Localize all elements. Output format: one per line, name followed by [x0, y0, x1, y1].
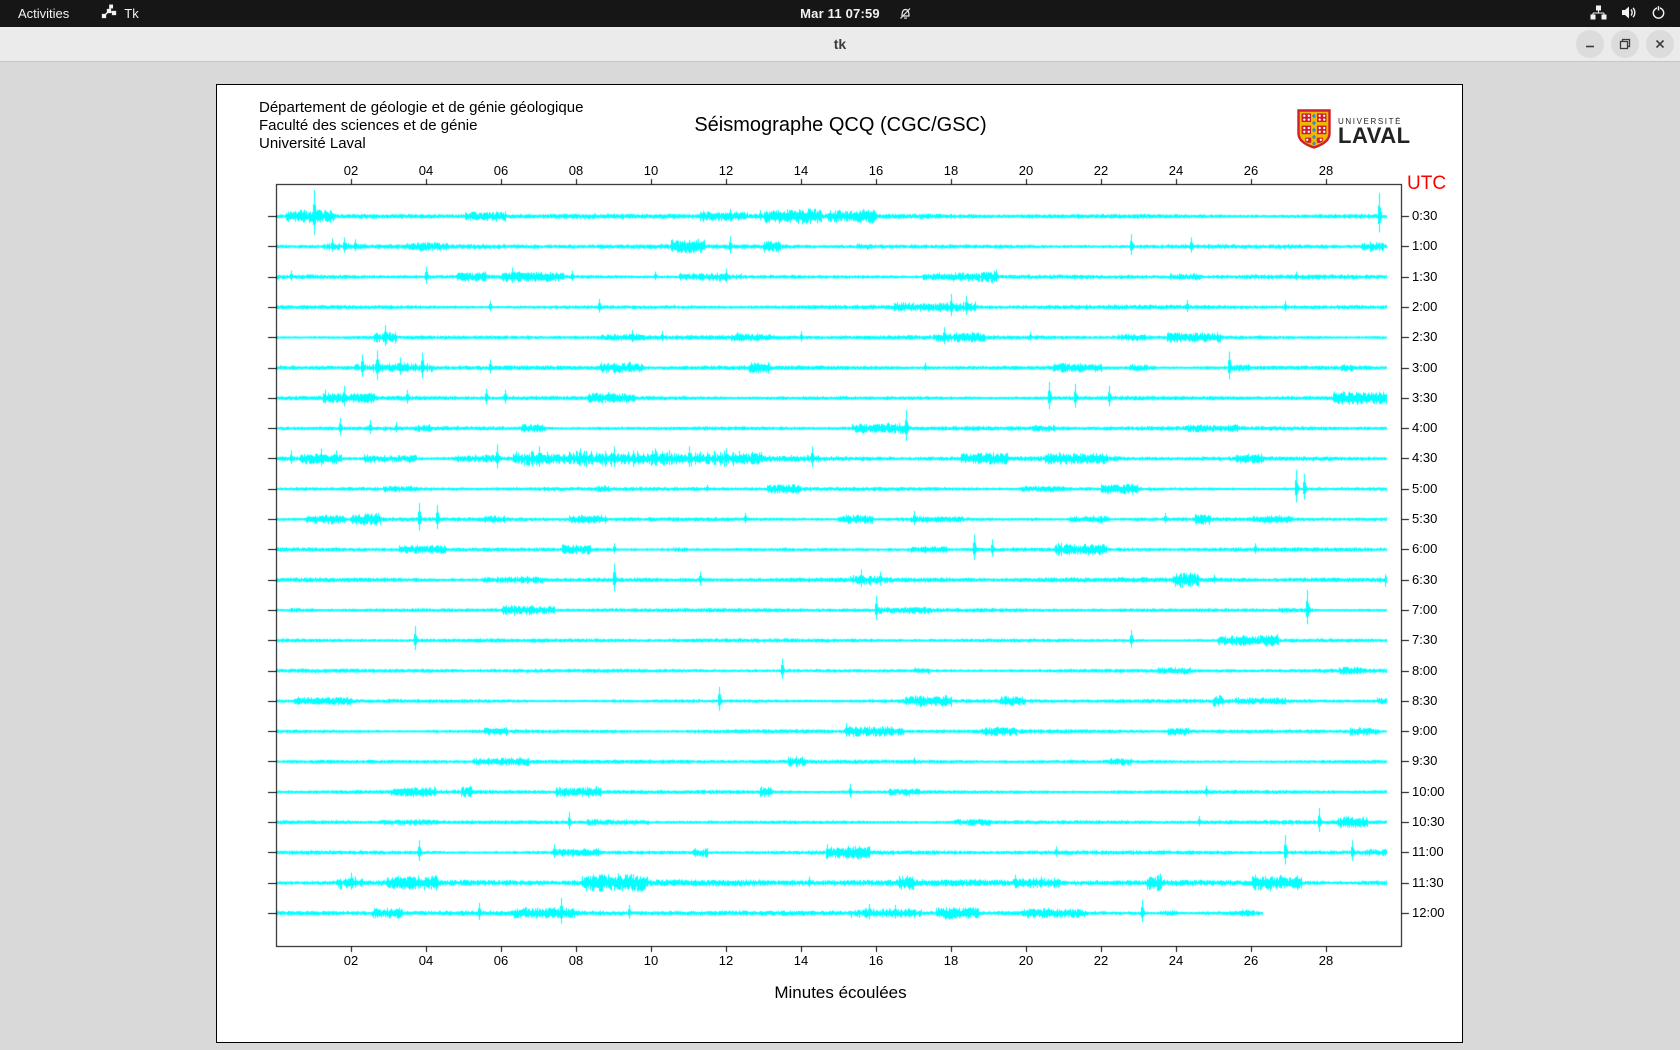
notifications-disabled-icon [898, 6, 913, 24]
figure-title: Séismographe QCQ (CGC/GSC) [694, 114, 987, 136]
x-tick-label-top: 16 [868, 163, 884, 178]
power-icon[interactable] [1651, 5, 1666, 23]
utc-time-label: 6:00 [1412, 541, 1438, 557]
x-tick-label-bottom: 26 [1243, 953, 1259, 968]
utc-time-label: 10:30 [1412, 814, 1445, 829]
restore-icon [1619, 38, 1631, 50]
x-tick-label-bottom: 16 [868, 953, 884, 968]
utc-time-label: 7:30 [1412, 632, 1438, 648]
utc-time-label: 4:30 [1412, 450, 1438, 466]
activities-button[interactable]: Activities [0, 0, 87, 27]
x-tick-label-top: 28 [1318, 163, 1334, 178]
x-axis-label: Minutes écoulées [774, 983, 907, 1002]
logo-line-laval: LAVAL [1338, 123, 1411, 148]
utc-time-label: 8:00 [1412, 662, 1438, 678]
x-tick-label-bottom: 18 [943, 953, 959, 968]
focused-app-name: Tk [124, 6, 139, 21]
close-button[interactable] [1646, 30, 1674, 58]
x-tick-label-top: 22 [1093, 163, 1109, 178]
utc-time-label: 2:30 [1412, 329, 1438, 345]
x-tick-label-top: 08 [568, 163, 584, 178]
x-tick-label-top: 26 [1243, 163, 1259, 178]
universite-laval-logo: UNIVERSITÉ LAVAL [1297, 109, 1411, 154]
utc-time-label: 9:00 [1412, 723, 1438, 739]
tk-window-body: Département de géologie et de génie géol… [0, 62, 1680, 1050]
x-tick-label-top: 24 [1168, 163, 1184, 178]
tk-app-icon [101, 4, 117, 23]
utc-time-label: 4:00 [1412, 420, 1438, 436]
close-icon [1655, 39, 1665, 49]
x-tick-label-top: 14 [793, 163, 809, 178]
utc-time-label: 1:00 [1412, 238, 1438, 254]
gnome-top-bar: Activities Tk Mar 11 07:59 [0, 0, 1680, 27]
x-tick-label-top: 04 [418, 163, 434, 178]
x-tick-label-top: 12 [718, 163, 734, 178]
minimize-button[interactable] [1576, 30, 1604, 58]
network-wired-icon[interactable] [1590, 5, 1607, 23]
x-tick-label-bottom: 06 [493, 953, 509, 968]
restore-button[interactable] [1611, 30, 1639, 58]
window-title-bar[interactable]: tk [0, 27, 1680, 62]
focused-app-indicator[interactable]: Tk [101, 4, 139, 23]
x-tick-label-top: 18 [943, 163, 959, 178]
x-tick-label-bottom: 12 [718, 953, 734, 968]
utc-time-label: 2:00 [1412, 298, 1438, 314]
laval-shield-icon [1297, 109, 1331, 154]
utc-time-label: 11:00 [1412, 844, 1444, 860]
x-tick-label-bottom: 14 [793, 953, 809, 968]
x-tick-label-top: 06 [493, 163, 509, 178]
utc-axis-label: UTC [1407, 173, 1447, 194]
utc-time-label: 1:30 [1412, 268, 1438, 284]
utc-time-label: 8:30 [1412, 692, 1438, 708]
utc-time-label: 9:30 [1412, 753, 1438, 769]
seismogram-canvas [217, 85, 1464, 1044]
x-tick-label-top: 10 [643, 163, 659, 178]
utc-time-label: 3:00 [1412, 359, 1438, 375]
x-tick-label-bottom: 20 [1018, 953, 1034, 968]
header-line-3: Université Laval [259, 135, 366, 152]
x-tick-label-top: 20 [1018, 163, 1034, 178]
seismograph-figure: Département de géologie et de génie géol… [216, 84, 1464, 1044]
volume-icon[interactable] [1621, 5, 1637, 23]
x-tick-label-bottom: 08 [568, 953, 584, 968]
x-tick-label-bottom: 28 [1318, 953, 1334, 968]
x-tick-label-bottom: 02 [343, 953, 359, 968]
x-tick-label-bottom: 10 [643, 953, 659, 968]
utc-time-label: 5:00 [1412, 480, 1438, 496]
utc-time-label: 7:00 [1412, 601, 1438, 617]
utc-time-label: 11:30 [1412, 874, 1444, 890]
x-tick-label-top: 02 [343, 163, 359, 178]
x-tick-label-bottom: 24 [1168, 953, 1184, 968]
window-title: tk [833, 36, 847, 52]
utc-time-label: 3:30 [1412, 389, 1438, 405]
utc-time-label: 5:30 [1412, 511, 1438, 526]
x-tick-label-bottom: 22 [1093, 953, 1109, 968]
x-tick-label-bottom: 04 [418, 953, 434, 968]
utc-time-label: 0:30 [1412, 208, 1438, 223]
utc-time-label: 12:00 [1412, 904, 1445, 920]
minimize-icon [1586, 45, 1594, 48]
utc-time-label: 10:00 [1412, 783, 1445, 799]
clock[interactable]: Mar 11 07:59 [800, 0, 880, 27]
utc-time-label: 6:30 [1412, 571, 1438, 587]
